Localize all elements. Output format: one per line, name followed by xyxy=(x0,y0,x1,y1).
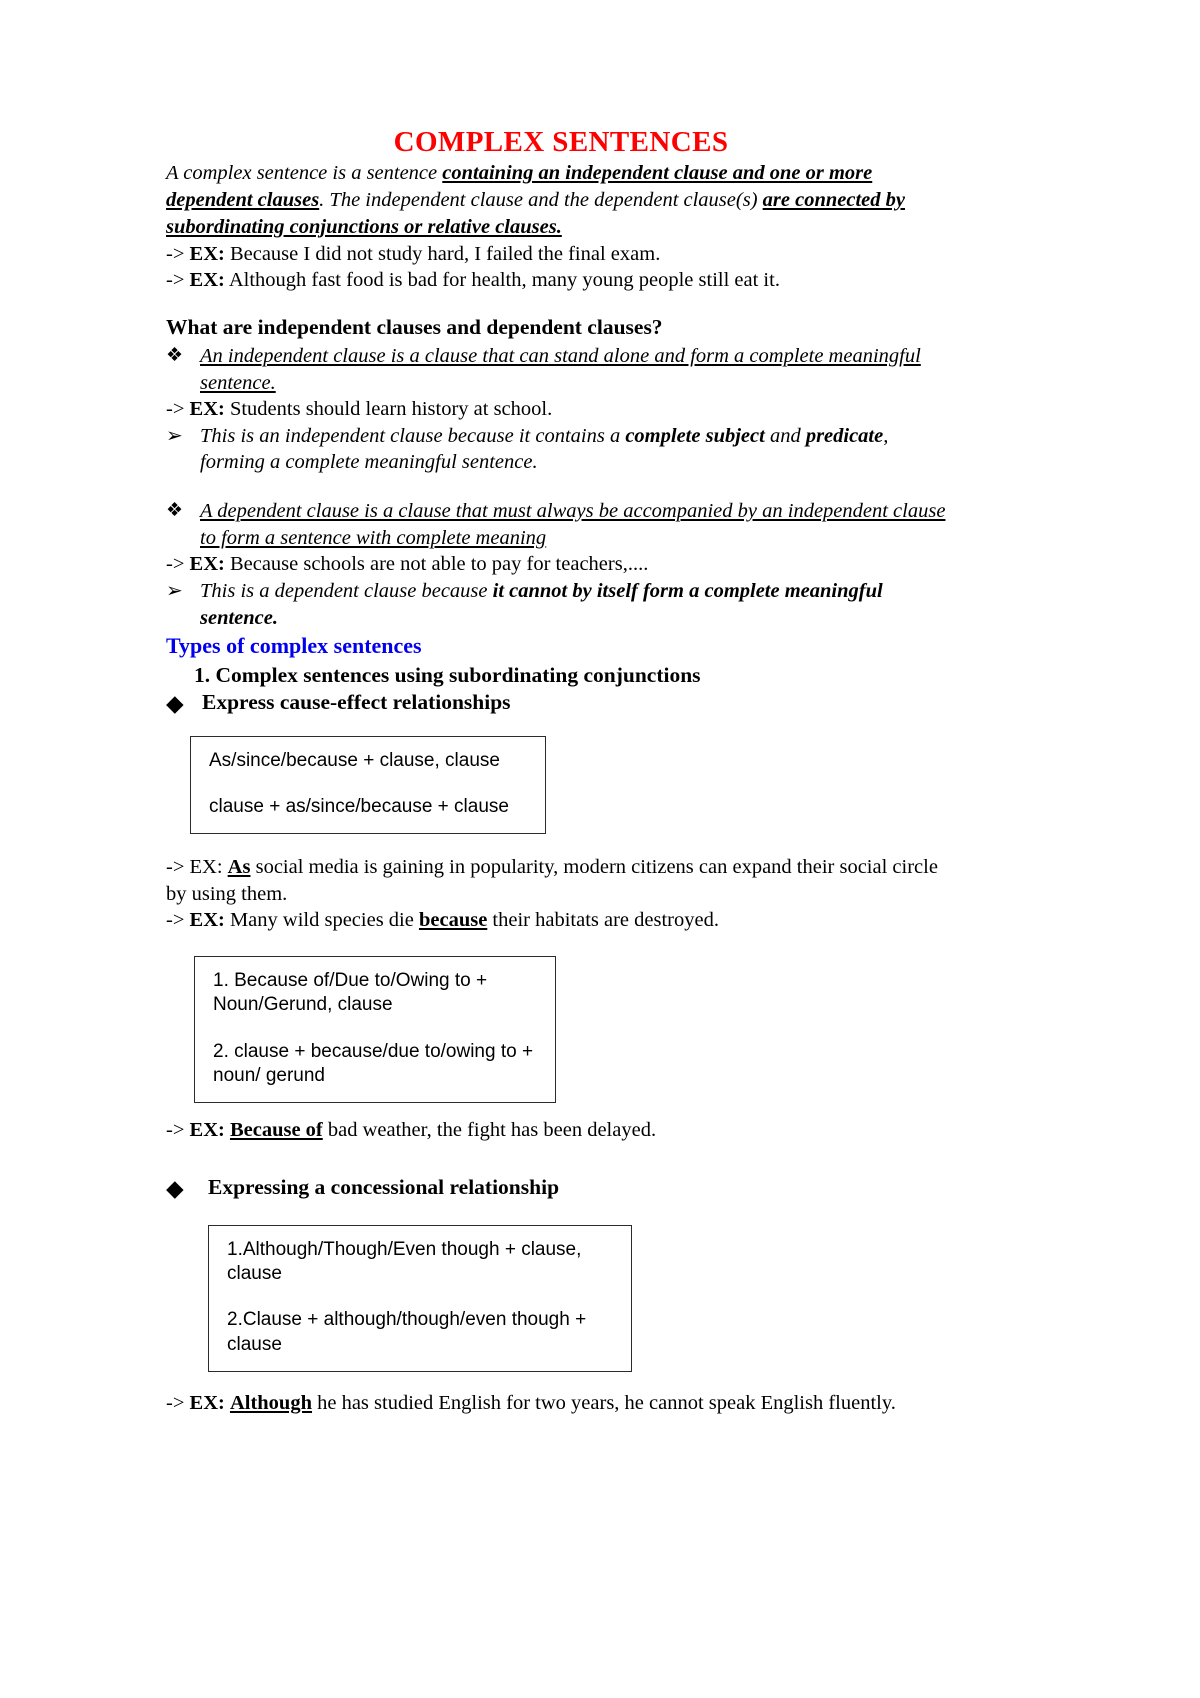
example-text: bad weather, the fight has been delayed. xyxy=(322,1119,657,1142)
cause-effect-example-3: -> EX: Because of bad weather, the fight… xyxy=(166,1117,956,1144)
example-tag: EX: xyxy=(189,269,225,292)
arrow-marker: -> xyxy=(166,269,190,292)
arrow-bullet-icon: ➢ xyxy=(166,424,183,447)
formula-line: 2.Clause + although/though/even though +… xyxy=(227,1309,587,1355)
cause-effect-example-1: -> EX: As social media is gaining in pop… xyxy=(166,854,956,907)
note-emphasis-2: predicate xyxy=(805,424,884,447)
example-tag: EX: xyxy=(189,909,225,932)
formula-box-concessional: 1.Although/Though/Even though + clause, … xyxy=(208,1224,632,1372)
example-emphasis: As xyxy=(227,856,251,879)
formula-line: 1. Because of/Due to/Owing to + Noun/Ger… xyxy=(213,970,488,1016)
solid-diamond-bullet-icon: ◆ xyxy=(166,1176,184,1201)
concessional-heading-row: ◆ Expressing a concessional relationship xyxy=(166,1174,956,1205)
formula-box-because-of: 1. Because of/Due to/Owing to + Noun/Ger… xyxy=(194,956,556,1104)
dependent-clause-note: This is a dependent clause because it ca… xyxy=(200,578,956,631)
dependent-clause-note-row: ➢ This is a dependent clause because it … xyxy=(166,578,956,631)
example-emphasis: because xyxy=(418,909,488,932)
example-tag: EX: xyxy=(189,1119,225,1142)
example-text: social media is gaining in popularity, m… xyxy=(166,856,938,905)
formula-box-cause-effect: As/since/because + clause, clause clause… xyxy=(190,735,546,835)
example-tag: EX: xyxy=(189,553,225,576)
arrow-marker: -> xyxy=(166,242,190,265)
example-text: Students should learn history at school. xyxy=(224,398,553,421)
independent-clause-example: -> EX: Students should learn history at … xyxy=(166,396,956,423)
cause-effect-heading: Express cause-effect relationships xyxy=(202,689,511,714)
example-pre: Many wild species die xyxy=(224,909,419,932)
concessional-example-1: -> EX: Although he has studied English f… xyxy=(166,1390,956,1417)
intro-example-2: -> EX: Although fast food is bad for hea… xyxy=(166,267,956,294)
arrow-marker: -> xyxy=(166,1119,190,1142)
intro-paragraph: A complex sentence is a sentence contain… xyxy=(166,160,956,240)
document-content: COMPLEX SENTENCES A complex sentence is … xyxy=(166,126,956,1416)
types-item-1-heading: 1. Complex sentences using subordinating… xyxy=(194,663,701,688)
example-text: he has studied English for two years, he… xyxy=(311,1391,896,1414)
diamond-flower-bullet-icon: ❖ xyxy=(166,344,184,366)
dependent-clause-definition-row: ❖ A dependent clause is a clause that mu… xyxy=(166,498,956,551)
clauses-section-heading: What are independent clauses and depende… xyxy=(166,315,663,339)
formula-line: 1.Although/Though/Even though + clause, … xyxy=(227,1238,582,1284)
example-emphasis: Although xyxy=(229,1391,312,1414)
arrow-marker: -> xyxy=(166,398,190,421)
example-tag: EX: xyxy=(189,242,225,265)
arrow-marker: -> xyxy=(166,909,190,932)
independent-clause-definition: An independent clause is a clause that c… xyxy=(200,344,921,394)
dependent-clause-definition: A dependent clause is a clause that must… xyxy=(200,500,946,549)
arrow-bullet-icon: ➢ xyxy=(166,580,183,602)
solid-diamond-bullet-icon: ◆ xyxy=(166,690,184,716)
example-tag: EX: xyxy=(189,1391,225,1414)
intro-text-part1: A complex sentence is a sentence xyxy=(166,162,443,185)
diamond-flower-bullet-icon: ❖ xyxy=(166,500,184,522)
document-page: COMPLEX SENTENCES A complex sentence is … xyxy=(0,0,1200,1698)
formula-line: clause + as/since/because + clause xyxy=(209,795,509,817)
formula-line: As/since/because + clause, clause xyxy=(209,749,500,771)
example-tag: EX: xyxy=(189,856,223,879)
independent-clause-note-row: ➢ This is an independent clause because … xyxy=(166,423,956,476)
example-text: Although fast food is bad for health, ma… xyxy=(224,269,780,292)
note-part-2: and xyxy=(764,424,806,447)
page-title: COMPLEX SENTENCES xyxy=(393,126,729,158)
arrow-marker: -> xyxy=(166,856,190,879)
dependent-clause-example: -> EX: Because schools are not able to p… xyxy=(166,551,956,578)
arrow-marker: -> xyxy=(166,1391,190,1414)
arrow-marker: -> xyxy=(166,553,190,576)
intro-example-1: -> EX: Because I did not study hard, I f… xyxy=(166,241,956,268)
concessional-heading: Expressing a concessional relationship xyxy=(208,1175,560,1199)
example-tag: EX: xyxy=(189,398,225,421)
note-part-1: This is a dependent clause because xyxy=(200,580,493,602)
types-section-heading: Types of complex sentences xyxy=(166,633,422,659)
example-text: Because schools are not able to pay for … xyxy=(224,553,649,576)
formula-line: 2. clause + because/due to/owing to + no… xyxy=(213,1040,534,1087)
intro-text-part2: . The independent clause and the depende… xyxy=(319,189,763,212)
note-part-1: This is an independent clause because it… xyxy=(200,424,626,447)
independent-clause-definition-row: ❖ An independent clause is a clause that… xyxy=(166,343,956,396)
cause-effect-heading-row: ◆ Express cause-effect relationships xyxy=(166,689,956,720)
example-text: their habitats are destroyed. xyxy=(487,909,719,932)
example-emphasis: Because of xyxy=(229,1119,323,1142)
note-emphasis-1: complete subject xyxy=(625,424,765,447)
cause-effect-example-2: -> EX: Many wild species die because the… xyxy=(166,907,956,934)
independent-clause-note: This is an independent clause because it… xyxy=(200,423,956,476)
example-text: Because I did not study hard, I failed t… xyxy=(224,242,661,265)
